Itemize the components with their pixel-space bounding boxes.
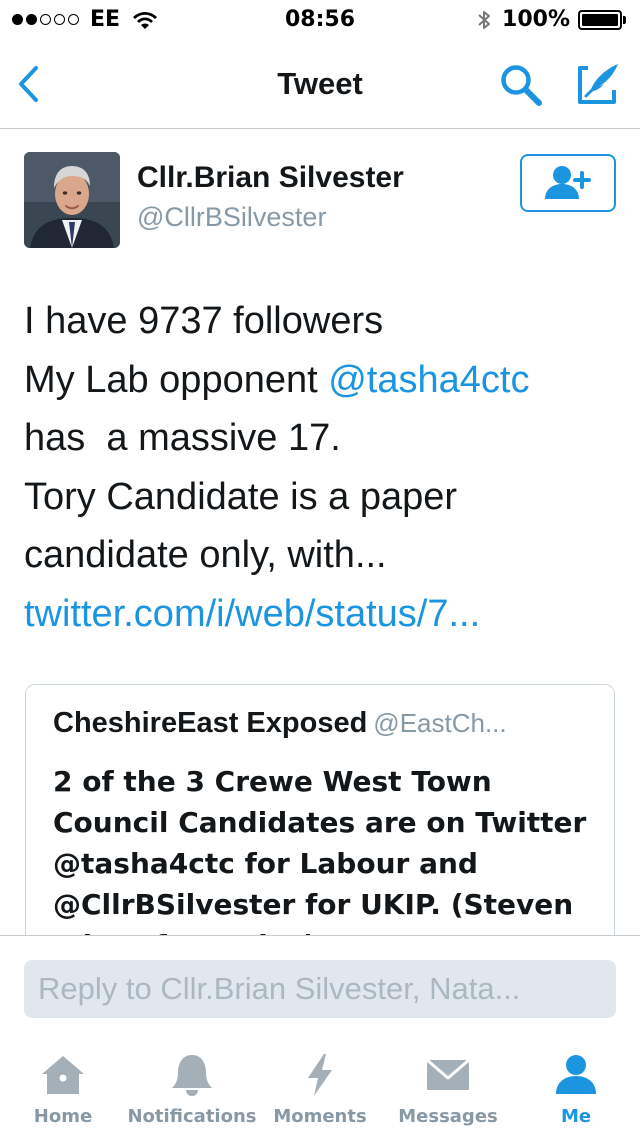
reply-input[interactable]: Reply to Cllr.Brian Silvester, Nata... [24,960,616,1018]
quoted-text-line: Council Candidates are on Twitter [53,806,587,839]
quoted-text-line: @tasha4ctc for Labour and [53,847,478,880]
tab-moments[interactable]: Moments [270,1040,370,1136]
tab-label: Notifications [127,1106,257,1127]
tweet-text-line: has a massive 17. [24,417,341,459]
follow-button[interactable] [520,154,616,212]
lightning-icon [308,1054,332,1096]
tab-label: Moments [273,1106,367,1127]
avatar-photo [24,152,120,248]
compose-tweet-icon[interactable] [574,60,620,106]
quoted-tweet-card[interactable]: CheshireEast Exposed @EastCh... 2 of the … [25,684,615,974]
tab-home[interactable]: Home [14,1040,112,1136]
add-user-icon [545,166,591,199]
navigation-bar: Tweet [0,40,640,129]
page-title: Tweet [277,66,363,101]
reply-bar: Reply to Cllr.Brian Silvester, Nata... [0,935,640,1041]
quoted-author-handle: @EastCh... [373,708,507,738]
tab-label: Me [560,1106,592,1127]
tweet-text-segment: My Lab opponent [24,358,329,401]
battery-icon [578,9,622,30]
envelope-icon [426,1058,470,1090]
tweet-text-line: I have 9737 followers [24,300,384,342]
status-right: 100% [476,7,626,32]
author-handle[interactable]: @CllrBSilvester [137,202,326,233]
person-icon [556,1055,596,1094]
tweet-detail-screen: EE 08:56 100% Tweet Cllr.Brian Silvester… [0,0,640,1136]
tab-label: Home [33,1106,93,1127]
tweet-text: I have 9737 followers My Lab opponent @t… [24,292,624,643]
home-icon [42,1056,84,1094]
mention-link[interactable]: @tasha4ctc [328,359,529,401]
tab-bar: Home Notifications Moments Messages Me [0,1040,640,1136]
tab-notifications[interactable]: Notifications [126,1040,258,1136]
tab-me[interactable]: Me [530,1040,622,1136]
tweet-url-link[interactable]: twitter.com/i/web/status/7... [24,585,624,644]
quoted-text-line: 2 of the 3 Crewe West Town [53,765,492,798]
quoted-author-name: CheshireEast Exposed [53,707,368,739]
bluetooth-icon [478,10,491,29]
search-icon[interactable] [498,62,544,108]
tweet-text-line: candidate only, with... [24,534,387,576]
tab-messages[interactable]: Messages [396,1040,500,1136]
battery-percentage: 100% [502,7,570,32]
tab-label: Messages [398,1106,498,1127]
tweet-text-line: My Lab opponent @tasha4ctc [24,351,624,410]
tweet-text-line: Tory Candidate is a paper [24,475,458,518]
quoted-text-line: @CllrBSilvester for UKIP. (Steven [53,888,574,921]
status-bar: EE 08:56 100% [0,0,640,40]
author-avatar[interactable] [24,152,120,248]
bell-icon [172,1055,212,1096]
quoted-tweet-header: CheshireEast Exposed @EastCh... [53,707,507,740]
author-display-name[interactable]: Cllr.Brian Silvester [137,161,404,195]
